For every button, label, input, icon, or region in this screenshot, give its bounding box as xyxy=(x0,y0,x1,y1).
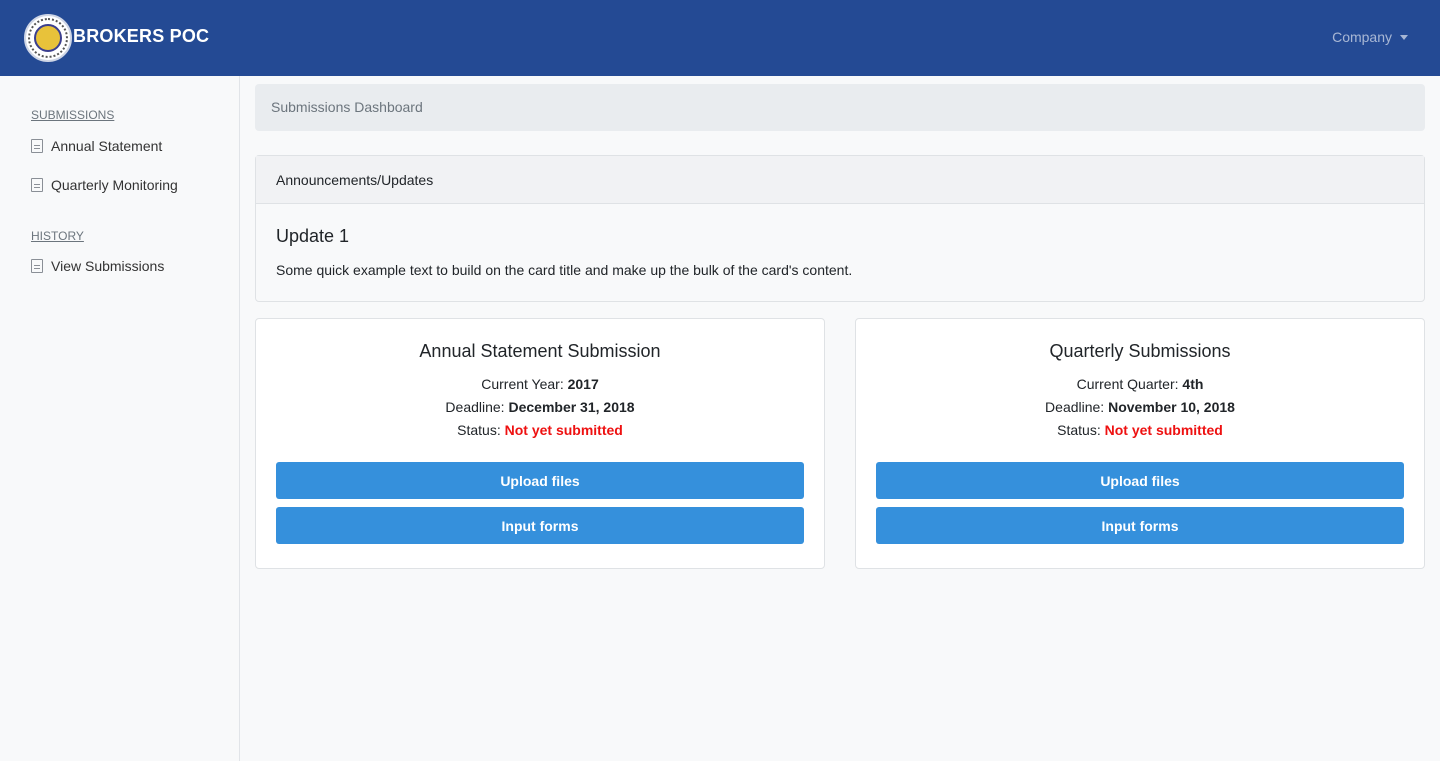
breadcrumb-current: Submissions Dashboard xyxy=(271,99,423,115)
current-quarter-line: Current Quarter: 4th xyxy=(856,376,1424,392)
announcements-card: Announcements/Updates Update 1 Some quic… xyxy=(255,155,1425,302)
sidebar: SUBMISSIONS Annual Statement Quarterly M… xyxy=(0,76,240,761)
company-dropdown-label: Company xyxy=(1332,29,1392,45)
document-icon xyxy=(31,178,43,192)
document-icon xyxy=(31,139,43,153)
sidebar-heading-history: HISTORY xyxy=(31,229,84,243)
brand-logo[interactable] xyxy=(24,14,72,62)
status-label: Status: xyxy=(1057,422,1105,438)
status-badge: Not yet submitted xyxy=(504,422,623,438)
company-dropdown[interactable]: Company xyxy=(1332,29,1408,45)
sidebar-item-label: Quarterly Monitoring xyxy=(51,177,178,193)
card-title: Annual Statement Submission xyxy=(419,341,661,361)
deadline-value: November 10, 2018 xyxy=(1108,399,1235,415)
caret-down-icon xyxy=(1400,34,1408,40)
quarterly-submissions-card: Quarterly Submissions Current Quarter: 4… xyxy=(855,318,1425,569)
deadline-label: Deadline: xyxy=(1045,399,1109,415)
sidebar-item-quarterly-monitoring[interactable]: Quarterly Monitoring xyxy=(31,177,178,193)
brand-title[interactable]: BROKERS POC xyxy=(73,26,209,47)
document-icon xyxy=(31,259,43,273)
input-forms-button[interactable]: Input forms xyxy=(876,507,1404,544)
sidebar-heading-submissions: SUBMISSIONS xyxy=(31,108,115,122)
sidebar-item-label: Annual Statement xyxy=(51,138,163,154)
sidebar-item-annual-statement[interactable]: Annual Statement xyxy=(31,138,162,154)
sidebar-item-view-submissions[interactable]: View Submissions xyxy=(31,258,164,274)
deadline-line: Deadline: December 31, 2018 xyxy=(256,399,824,415)
status-badge: Not yet submitted xyxy=(1104,422,1223,438)
sidebar-item-label: View Submissions xyxy=(51,258,165,274)
current-quarter-value: 4th xyxy=(1182,376,1204,392)
deadline-line: Deadline: November 10, 2018 xyxy=(856,399,1424,415)
upload-files-button[interactable]: Upload files xyxy=(276,462,804,499)
annual-statement-card: Annual Statement Submission Current Year… xyxy=(255,318,825,569)
current-quarter-label: Current Quarter: xyxy=(1076,376,1183,392)
status-label: Status: xyxy=(457,422,505,438)
card-title: Quarterly Submissions xyxy=(1049,341,1231,361)
upload-files-button[interactable]: Upload files xyxy=(876,462,1404,499)
announcement-text: Some quick example text to build on the … xyxy=(276,262,853,278)
logo-seal-icon xyxy=(28,18,68,58)
deadline-value: December 31, 2018 xyxy=(508,399,635,415)
status-line: Status: Not yet submitted xyxy=(856,422,1424,438)
current-year-line: Current Year: 2017 xyxy=(256,376,824,392)
breadcrumb: Submissions Dashboard xyxy=(255,84,1425,131)
deadline-label: Deadline: xyxy=(445,399,509,415)
input-forms-button[interactable]: Input forms xyxy=(276,507,804,544)
status-line: Status: Not yet submitted xyxy=(256,422,824,438)
current-year-label: Current Year: xyxy=(481,376,568,392)
announcement-title: Update 1 xyxy=(276,226,350,246)
announcements-header: Announcements/Updates xyxy=(256,156,1424,204)
top-navbar: BROKERS POC Company xyxy=(0,0,1440,76)
current-year-value: 2017 xyxy=(567,376,599,392)
